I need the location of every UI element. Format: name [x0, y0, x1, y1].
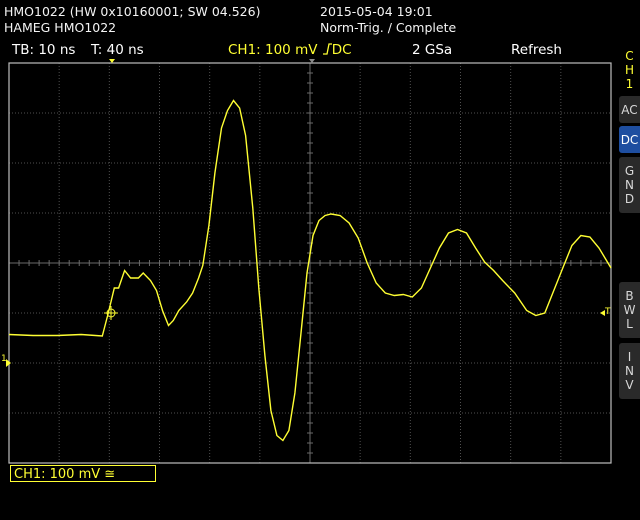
- softkey-dc[interactable]: DC: [619, 126, 640, 153]
- waveform-display: [6, 59, 612, 464]
- softkey-ac-label: AC: [621, 102, 638, 117]
- softkey-gnd[interactable]: GND: [619, 157, 640, 213]
- gnd-letter: D: [624, 192, 635, 206]
- channel-1-marker[interactable]: 1: [1, 354, 7, 364]
- bwl-letter: B: [625, 289, 634, 303]
- bwl-letter: W: [623, 303, 636, 317]
- ch1-title-letters: CH1: [625, 49, 634, 91]
- softkey-dc-label: DC: [620, 132, 639, 147]
- inv-letter: I: [627, 350, 632, 364]
- ch1-letter: H: [624, 63, 635, 77]
- softkey-ch1-title: CH1: [619, 46, 640, 94]
- softkey-bwl[interactable]: BWL: [619, 282, 640, 338]
- cursor-crosshair-icon: [104, 306, 118, 320]
- gnd-letter: N: [625, 178, 634, 192]
- softkey-ac[interactable]: AC: [619, 96, 640, 123]
- gnd-letters: GND: [625, 164, 634, 206]
- ch1-letter: 1: [625, 77, 634, 91]
- gnd-letter: G: [624, 164, 635, 178]
- inv-letter: N: [625, 364, 634, 378]
- bwl-letter: L: [626, 317, 633, 331]
- softkey-inv[interactable]: INV: [619, 343, 640, 399]
- graticule: [8, 62, 612, 464]
- trigger-level-marker[interactable]: T: [605, 307, 611, 317]
- inv-letters: INV: [625, 350, 634, 392]
- channel-1-info-box[interactable]: CH1: 100 mV ≅: [10, 465, 156, 482]
- inv-letter: V: [625, 378, 634, 392]
- bwl-letters: BWL: [624, 289, 636, 331]
- ch1-letter: C: [625, 49, 634, 63]
